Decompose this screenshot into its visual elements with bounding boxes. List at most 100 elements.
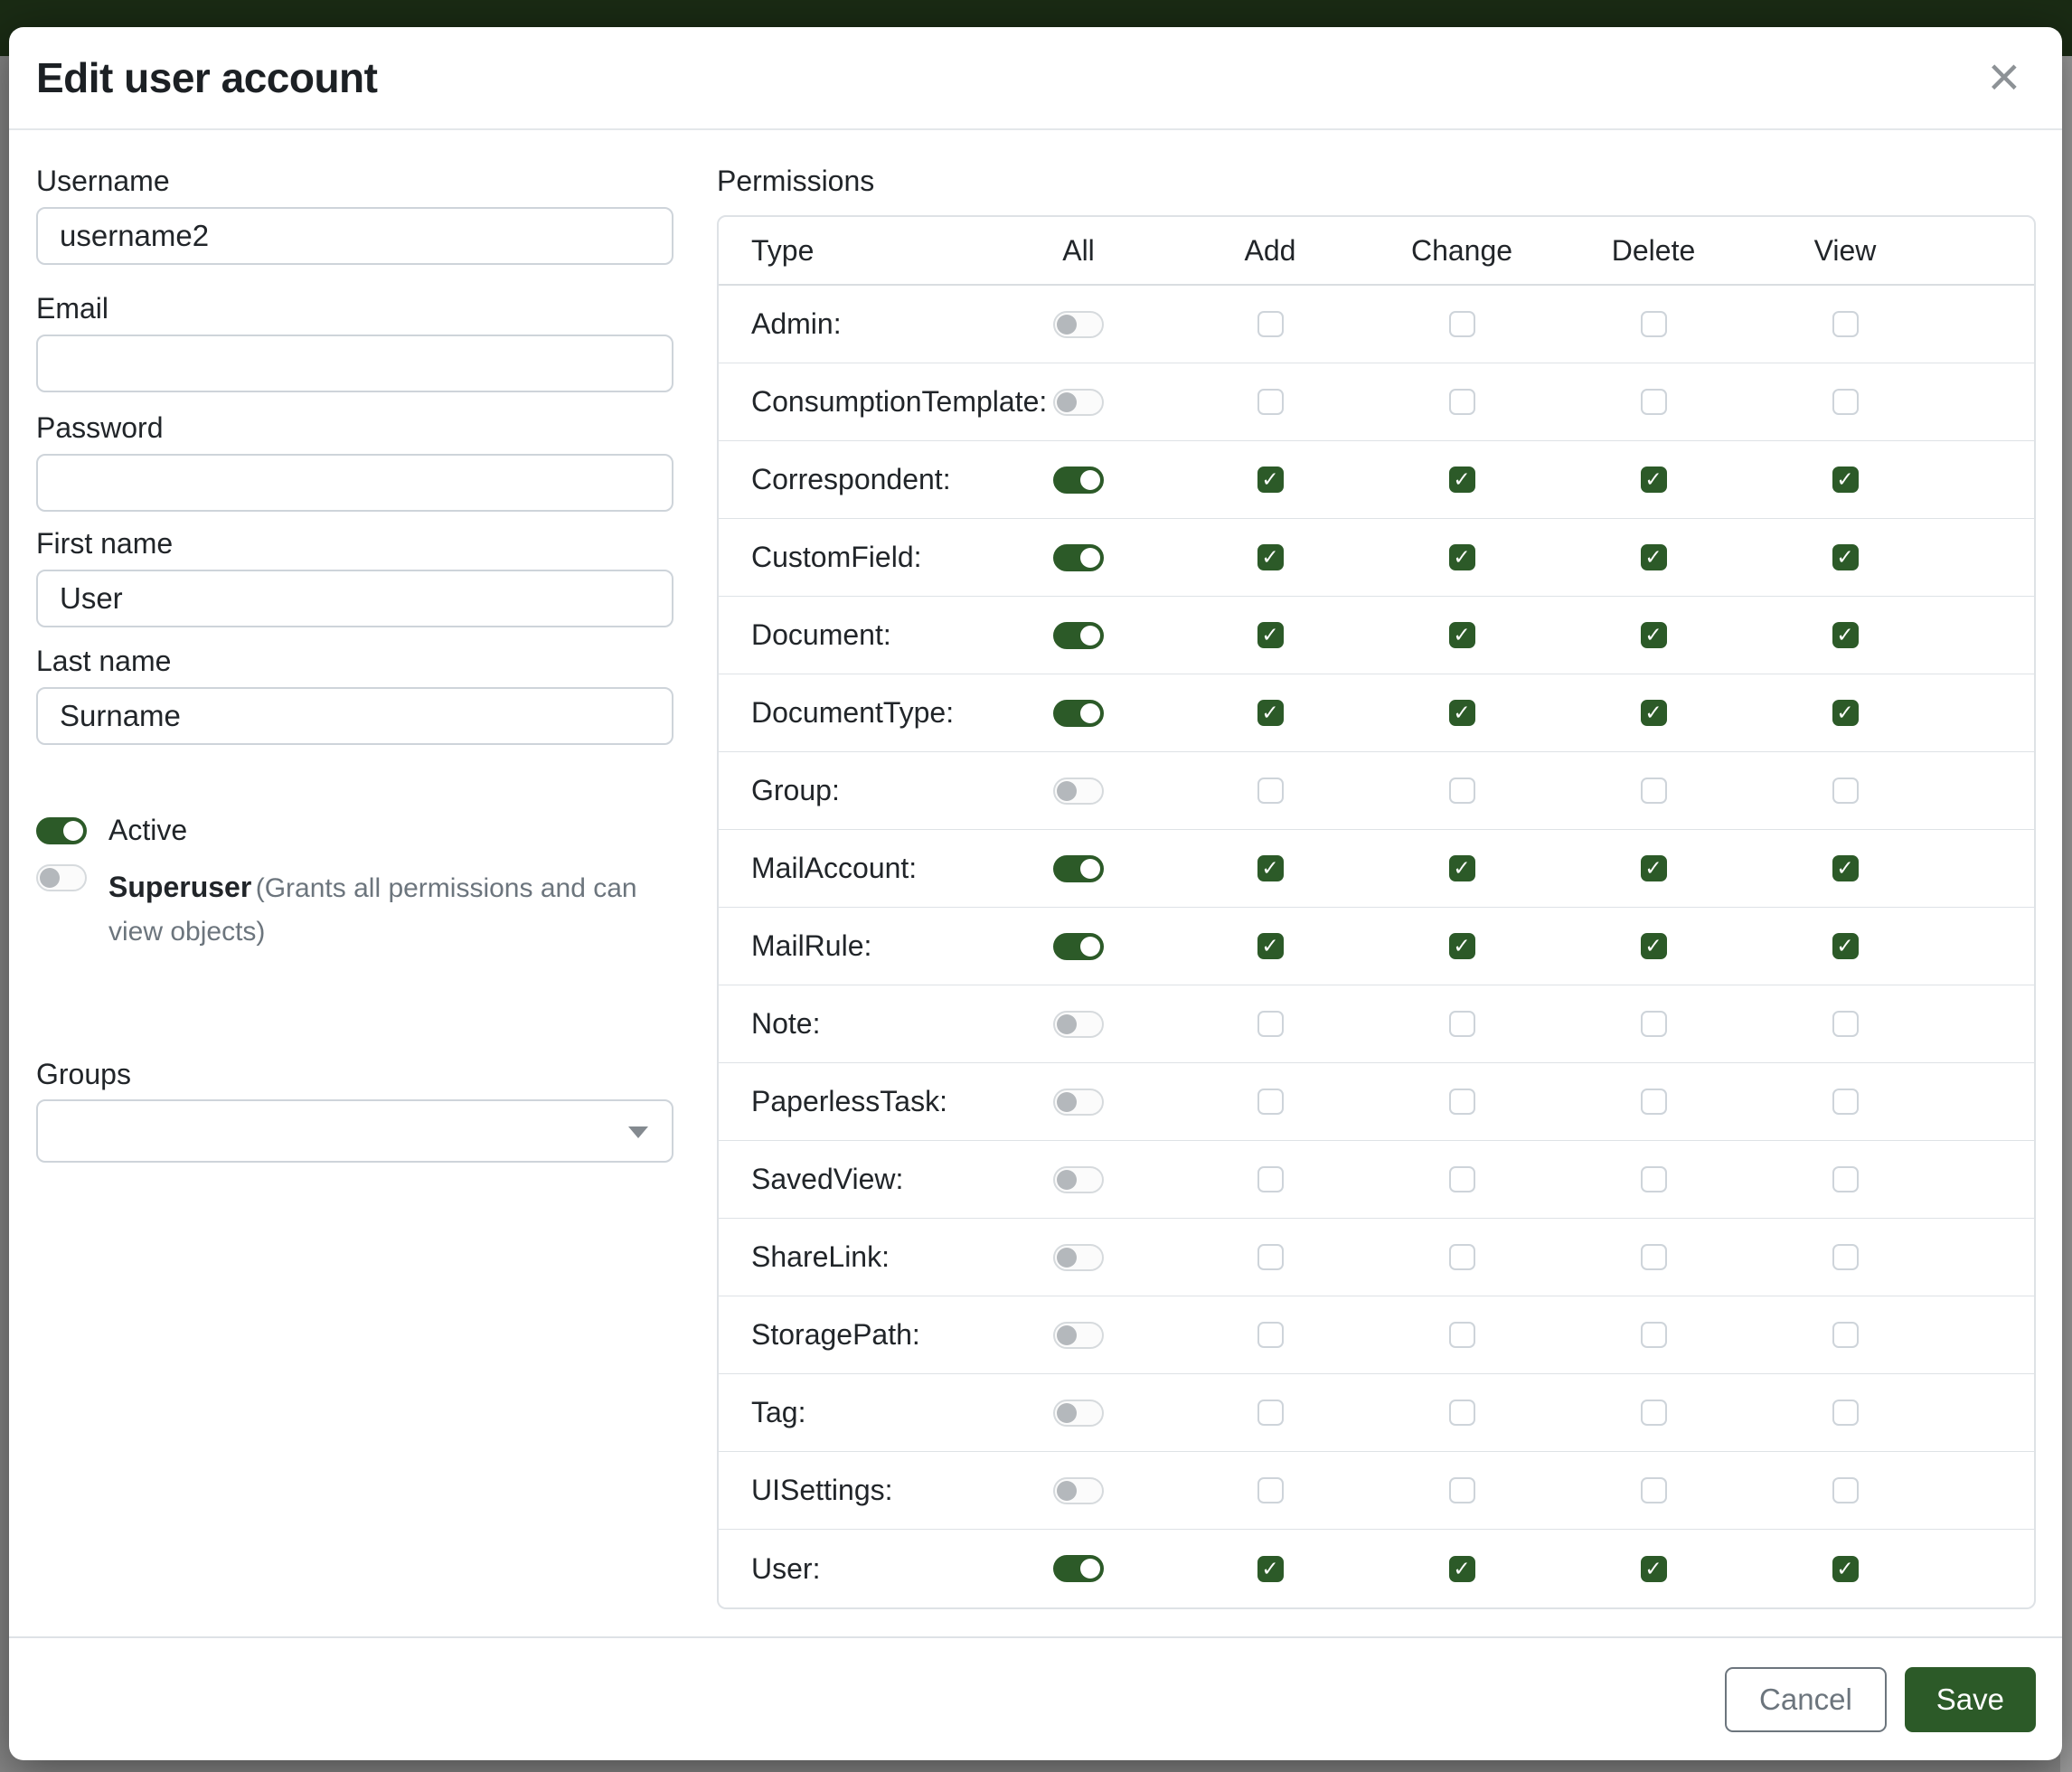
permission-all-toggle[interactable] <box>1053 700 1104 727</box>
permission-add-checkbox[interactable] <box>1257 544 1284 570</box>
permission-all-toggle[interactable] <box>1053 855 1104 882</box>
permission-all-toggle[interactable] <box>1053 1555 1104 1582</box>
permission-change-checkbox[interactable] <box>1449 1244 1475 1270</box>
toggle-knob <box>1057 1014 1077 1034</box>
permission-add-checkbox[interactable] <box>1257 389 1284 415</box>
superuser-toggle[interactable] <box>36 864 87 891</box>
permission-change-checkbox[interactable] <box>1449 933 1475 959</box>
permission-delete-checkbox[interactable] <box>1641 622 1667 648</box>
permission-type-label: SavedView: <box>719 1163 983 1196</box>
permission-delete-checkbox[interactable] <box>1641 933 1667 959</box>
permission-delete-checkbox[interactable] <box>1641 778 1667 804</box>
permission-view-checkbox[interactable] <box>1832 1556 1859 1582</box>
active-toggle[interactable] <box>36 817 87 844</box>
permission-add-checkbox[interactable] <box>1257 1089 1284 1115</box>
permission-change-checkbox[interactable] <box>1449 467 1475 493</box>
permission-add-checkbox[interactable] <box>1257 1400 1284 1426</box>
first-name-field[interactable] <box>36 570 673 627</box>
permission-delete-checkbox[interactable] <box>1641 1322 1667 1348</box>
permission-view-checkbox[interactable] <box>1832 1166 1859 1192</box>
permission-change-checkbox[interactable] <box>1449 311 1475 337</box>
permission-delete-checkbox[interactable] <box>1641 544 1667 570</box>
email-field[interactable] <box>36 335 673 392</box>
permission-all-toggle[interactable] <box>1053 933 1104 960</box>
permission-add-checkbox[interactable] <box>1257 467 1284 493</box>
permission-all-toggle[interactable] <box>1053 1089 1104 1116</box>
permission-view-checkbox[interactable] <box>1832 389 1859 415</box>
permission-row-sharelink: ShareLink: <box>719 1219 2034 1296</box>
permission-delete-checkbox[interactable] <box>1641 1400 1667 1426</box>
permission-view-checkbox[interactable] <box>1832 1089 1859 1115</box>
permission-change-checkbox[interactable] <box>1449 1166 1475 1192</box>
permission-change-checkbox[interactable] <box>1449 700 1475 726</box>
permission-delete-checkbox[interactable] <box>1641 855 1667 881</box>
permission-delete-checkbox[interactable] <box>1641 1244 1667 1270</box>
last-name-field[interactable] <box>36 687 673 745</box>
permission-delete-checkbox[interactable] <box>1641 700 1667 726</box>
permission-view-checkbox[interactable] <box>1832 933 1859 959</box>
permission-add-checkbox[interactable] <box>1257 1556 1284 1582</box>
password-field[interactable] <box>36 454 673 512</box>
permission-change-checkbox[interactable] <box>1449 1089 1475 1115</box>
permission-view-checkbox[interactable] <box>1832 700 1859 726</box>
permission-all-toggle[interactable] <box>1053 1400 1104 1427</box>
permission-all-toggle[interactable] <box>1053 467 1104 494</box>
permission-view-checkbox[interactable] <box>1832 1011 1859 1037</box>
permission-view-checkbox[interactable] <box>1832 544 1859 570</box>
permission-view-checkbox[interactable] <box>1832 1322 1859 1348</box>
groups-select[interactable] <box>36 1099 673 1163</box>
permission-add-checkbox[interactable] <box>1257 933 1284 959</box>
permission-all-toggle[interactable] <box>1053 544 1104 571</box>
username-label: Username <box>36 165 673 198</box>
permission-add-checkbox[interactable] <box>1257 1166 1284 1192</box>
permission-change-checkbox[interactable] <box>1449 1400 1475 1426</box>
permission-view-checkbox[interactable] <box>1832 1477 1859 1503</box>
permission-view-checkbox[interactable] <box>1832 622 1859 648</box>
cancel-button[interactable]: Cancel <box>1725 1667 1887 1732</box>
permission-delete-checkbox[interactable] <box>1641 1556 1667 1582</box>
permission-change-checkbox[interactable] <box>1449 1556 1475 1582</box>
permission-all-toggle[interactable] <box>1053 1477 1104 1504</box>
permission-change-checkbox[interactable] <box>1449 1322 1475 1348</box>
permission-add-checkbox[interactable] <box>1257 778 1284 804</box>
permission-all-toggle[interactable] <box>1053 311 1104 338</box>
permission-add-checkbox[interactable] <box>1257 1011 1284 1037</box>
permission-add-checkbox[interactable] <box>1257 855 1284 881</box>
permission-delete-checkbox[interactable] <box>1641 1477 1667 1503</box>
permission-delete-checkbox[interactable] <box>1641 1089 1667 1115</box>
permission-delete-checkbox[interactable] <box>1641 1011 1667 1037</box>
permission-view-checkbox[interactable] <box>1832 778 1859 804</box>
permission-change-checkbox[interactable] <box>1449 778 1475 804</box>
permission-add-checkbox[interactable] <box>1257 1322 1284 1348</box>
permission-all-toggle[interactable] <box>1053 389 1104 416</box>
permission-all-toggle[interactable] <box>1053 1244 1104 1271</box>
permission-change-checkbox[interactable] <box>1449 389 1475 415</box>
permission-delete-checkbox[interactable] <box>1641 389 1667 415</box>
permission-all-toggle[interactable] <box>1053 1166 1104 1193</box>
permission-view-checkbox[interactable] <box>1832 855 1859 881</box>
permission-change-checkbox[interactable] <box>1449 855 1475 881</box>
permission-delete-checkbox[interactable] <box>1641 467 1667 493</box>
permission-add-checkbox[interactable] <box>1257 700 1284 726</box>
permission-change-checkbox[interactable] <box>1449 544 1475 570</box>
close-icon[interactable]: × <box>1983 50 2026 106</box>
permission-delete-checkbox[interactable] <box>1641 311 1667 337</box>
username-input[interactable] <box>36 207 673 265</box>
permission-view-checkbox[interactable] <box>1832 467 1859 493</box>
permission-change-checkbox[interactable] <box>1449 1011 1475 1037</box>
permission-delete-checkbox[interactable] <box>1641 1166 1667 1192</box>
permission-all-toggle[interactable] <box>1053 1011 1104 1038</box>
permission-all-toggle[interactable] <box>1053 778 1104 805</box>
permission-view-checkbox[interactable] <box>1832 311 1859 337</box>
permission-change-checkbox[interactable] <box>1449 622 1475 648</box>
permission-view-checkbox[interactable] <box>1832 1400 1859 1426</box>
permission-all-toggle[interactable] <box>1053 622 1104 649</box>
permission-view-checkbox[interactable] <box>1832 1244 1859 1270</box>
permission-add-checkbox[interactable] <box>1257 1244 1284 1270</box>
permission-change-checkbox[interactable] <box>1449 1477 1475 1503</box>
permission-add-checkbox[interactable] <box>1257 1477 1284 1503</box>
permission-add-checkbox[interactable] <box>1257 622 1284 648</box>
permission-all-toggle[interactable] <box>1053 1322 1104 1349</box>
save-button[interactable]: Save <box>1905 1667 2036 1732</box>
permission-add-checkbox[interactable] <box>1257 311 1284 337</box>
